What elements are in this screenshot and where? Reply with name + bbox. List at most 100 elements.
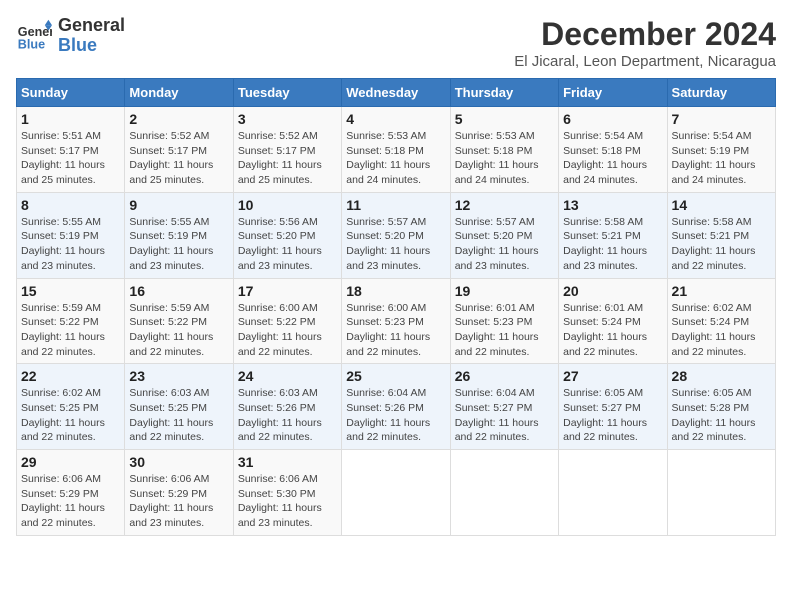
weekday-thursday: Thursday (450, 79, 558, 107)
calendar-body: 1 Sunrise: 5:51 AM Sunset: 5:17 PM Daylig… (17, 107, 776, 536)
day-info: Sunrise: 5:55 AM Sunset: 5:19 PM Dayligh… (21, 215, 120, 274)
weekday-sunday: Sunday (17, 79, 125, 107)
day-info: Sunrise: 6:00 AM Sunset: 5:22 PM Dayligh… (238, 301, 337, 360)
day-number: 19 (455, 283, 554, 299)
calendar-cell: 3 Sunrise: 5:52 AM Sunset: 5:17 PM Daylig… (233, 107, 341, 193)
calendar-cell: 31Sunrise: 6:06 AM Sunset: 5:30 PM Dayli… (233, 450, 341, 536)
calendar-cell: 18Sunrise: 6:00 AM Sunset: 5:23 PM Dayli… (342, 278, 450, 364)
day-info: Sunrise: 6:03 AM Sunset: 5:25 PM Dayligh… (129, 386, 228, 445)
calendar-cell: 20 Sunrise: 6:01 AM Sunset: 5:24 PM Dayli… (559, 278, 667, 364)
calendar-header: SundayMondayTuesdayWednesdayThursdayFrid… (17, 79, 776, 107)
day-info: Sunrise: 6:03 AM Sunset: 5:26 PM Dayligh… (238, 386, 337, 445)
day-number: 12 (455, 197, 554, 213)
calendar-cell: 1 Sunrise: 5:51 AM Sunset: 5:17 PM Daylig… (17, 107, 125, 193)
day-info: Sunrise: 6:02 AM Sunset: 5:25 PM Dayligh… (21, 386, 120, 445)
day-number: 29 (21, 454, 120, 470)
calendar-cell: 28Sunrise: 6:05 AM Sunset: 5:28 PM Dayli… (667, 364, 775, 450)
day-info: Sunrise: 6:01 AM Sunset: 5:24 PM Dayligh… (563, 301, 662, 360)
day-info: Sunrise: 6:06 AM Sunset: 5:29 PM Dayligh… (129, 472, 228, 531)
day-number: 20 (563, 283, 662, 299)
day-info: Sunrise: 5:55 AM Sunset: 5:19 PM Dayligh… (129, 215, 228, 274)
day-number: 15 (21, 283, 120, 299)
day-info: Sunrise: 6:04 AM Sunset: 5:26 PM Dayligh… (346, 386, 445, 445)
day-number: 28 (672, 368, 771, 384)
weekday-saturday: Saturday (667, 79, 775, 107)
calendar-cell: 27 Sunrise: 6:05 AM Sunset: 5:27 PM Dayli… (559, 364, 667, 450)
calendar-cell: 9 Sunrise: 5:55 AM Sunset: 5:19 PM Daylig… (125, 192, 233, 278)
title-section: December 2024 El Jicaral, Leon Departmen… (514, 16, 776, 70)
calendar-cell: 2 Sunrise: 5:52 AM Sunset: 5:17 PM Daylig… (125, 107, 233, 193)
day-info: Sunrise: 5:59 AM Sunset: 5:22 PM Dayligh… (21, 301, 120, 360)
day-number: 11 (346, 197, 445, 213)
weekday-monday: Monday (125, 79, 233, 107)
day-number: 10 (238, 197, 337, 213)
calendar-week-5: 29 Sunrise: 6:06 AM Sunset: 5:29 PM Dayli… (17, 450, 776, 536)
calendar-table: SundayMondayTuesdayWednesdayThursdayFrid… (16, 78, 776, 536)
logo-general-text: General (58, 16, 125, 36)
month-title: December 2024 (514, 16, 776, 53)
calendar-cell: 15 Sunrise: 5:59 AM Sunset: 5:22 PM Dayli… (17, 278, 125, 364)
location-title: El Jicaral, Leon Department, Nicaragua (514, 53, 776, 70)
day-number: 13 (563, 197, 662, 213)
calendar-week-1: 1 Sunrise: 5:51 AM Sunset: 5:17 PM Daylig… (17, 107, 776, 193)
calendar-cell: 10Sunrise: 5:56 AM Sunset: 5:20 PM Dayli… (233, 192, 341, 278)
day-info: Sunrise: 5:54 AM Sunset: 5:19 PM Dayligh… (672, 129, 771, 188)
day-info: Sunrise: 5:53 AM Sunset: 5:18 PM Dayligh… (346, 129, 445, 188)
calendar-cell: 14Sunrise: 5:58 AM Sunset: 5:21 PM Dayli… (667, 192, 775, 278)
day-number: 27 (563, 368, 662, 384)
day-number: 6 (563, 111, 662, 127)
calendar-cell: 11 Sunrise: 5:57 AM Sunset: 5:20 PM Dayli… (342, 192, 450, 278)
svg-text:Blue: Blue (18, 37, 45, 51)
logo: General Blue General Blue (16, 16, 125, 56)
day-number: 8 (21, 197, 120, 213)
calendar-cell: 8 Sunrise: 5:55 AM Sunset: 5:19 PM Daylig… (17, 192, 125, 278)
calendar-week-3: 15 Sunrise: 5:59 AM Sunset: 5:22 PM Dayli… (17, 278, 776, 364)
calendar-cell (342, 450, 450, 536)
calendar-week-2: 8 Sunrise: 5:55 AM Sunset: 5:19 PM Daylig… (17, 192, 776, 278)
calendar-cell: 7Sunrise: 5:54 AM Sunset: 5:19 PM Daylig… (667, 107, 775, 193)
weekday-tuesday: Tuesday (233, 79, 341, 107)
logo-blue-text: Blue (58, 36, 125, 56)
calendar-cell: 12 Sunrise: 5:57 AM Sunset: 5:20 PM Dayli… (450, 192, 558, 278)
calendar-cell: 5Sunrise: 5:53 AM Sunset: 5:18 PM Daylig… (450, 107, 558, 193)
day-number: 30 (129, 454, 228, 470)
calendar-cell: 23Sunrise: 6:03 AM Sunset: 5:25 PM Dayli… (125, 364, 233, 450)
day-info: Sunrise: 5:57 AM Sunset: 5:20 PM Dayligh… (346, 215, 445, 274)
calendar-cell: 6 Sunrise: 5:54 AM Sunset: 5:18 PM Daylig… (559, 107, 667, 193)
day-info: Sunrise: 5:52 AM Sunset: 5:17 PM Dayligh… (238, 129, 337, 188)
calendar-cell (667, 450, 775, 536)
calendar-cell: 26Sunrise: 6:04 AM Sunset: 5:27 PM Dayli… (450, 364, 558, 450)
calendar-cell: 13Sunrise: 5:58 AM Sunset: 5:21 PM Dayli… (559, 192, 667, 278)
weekday-wednesday: Wednesday (342, 79, 450, 107)
day-number: 4 (346, 111, 445, 127)
calendar-cell: 16 Sunrise: 5:59 AM Sunset: 5:22 PM Dayli… (125, 278, 233, 364)
day-number: 2 (129, 111, 228, 127)
calendar-cell (559, 450, 667, 536)
day-number: 17 (238, 283, 337, 299)
day-number: 9 (129, 197, 228, 213)
weekday-friday: Friday (559, 79, 667, 107)
day-info: Sunrise: 5:58 AM Sunset: 5:21 PM Dayligh… (672, 215, 771, 274)
page-header: General Blue General Blue December 2024 … (16, 16, 776, 70)
day-number: 25 (346, 368, 445, 384)
day-info: Sunrise: 5:59 AM Sunset: 5:22 PM Dayligh… (129, 301, 228, 360)
day-info: Sunrise: 6:02 AM Sunset: 5:24 PM Dayligh… (672, 301, 771, 360)
day-info: Sunrise: 5:57 AM Sunset: 5:20 PM Dayligh… (455, 215, 554, 274)
calendar-cell: 22Sunrise: 6:02 AM Sunset: 5:25 PM Dayli… (17, 364, 125, 450)
calendar-cell: 21Sunrise: 6:02 AM Sunset: 5:24 PM Dayli… (667, 278, 775, 364)
calendar-cell: 24 Sunrise: 6:03 AM Sunset: 5:26 PM Dayli… (233, 364, 341, 450)
day-number: 3 (238, 111, 337, 127)
calendar-cell (450, 450, 558, 536)
calendar-cell: 19Sunrise: 6:01 AM Sunset: 5:23 PM Dayli… (450, 278, 558, 364)
logo-text: General Blue (58, 16, 125, 56)
day-info: Sunrise: 6:04 AM Sunset: 5:27 PM Dayligh… (455, 386, 554, 445)
day-info: Sunrise: 6:05 AM Sunset: 5:27 PM Dayligh… (563, 386, 662, 445)
day-info: Sunrise: 5:52 AM Sunset: 5:17 PM Dayligh… (129, 129, 228, 188)
day-info: Sunrise: 5:54 AM Sunset: 5:18 PM Dayligh… (563, 129, 662, 188)
day-number: 1 (21, 111, 120, 127)
logo-icon: General Blue (16, 18, 52, 54)
day-info: Sunrise: 5:51 AM Sunset: 5:17 PM Dayligh… (21, 129, 120, 188)
day-number: 24 (238, 368, 337, 384)
day-number: 16 (129, 283, 228, 299)
calendar-cell: 4 Sunrise: 5:53 AM Sunset: 5:18 PM Daylig… (342, 107, 450, 193)
